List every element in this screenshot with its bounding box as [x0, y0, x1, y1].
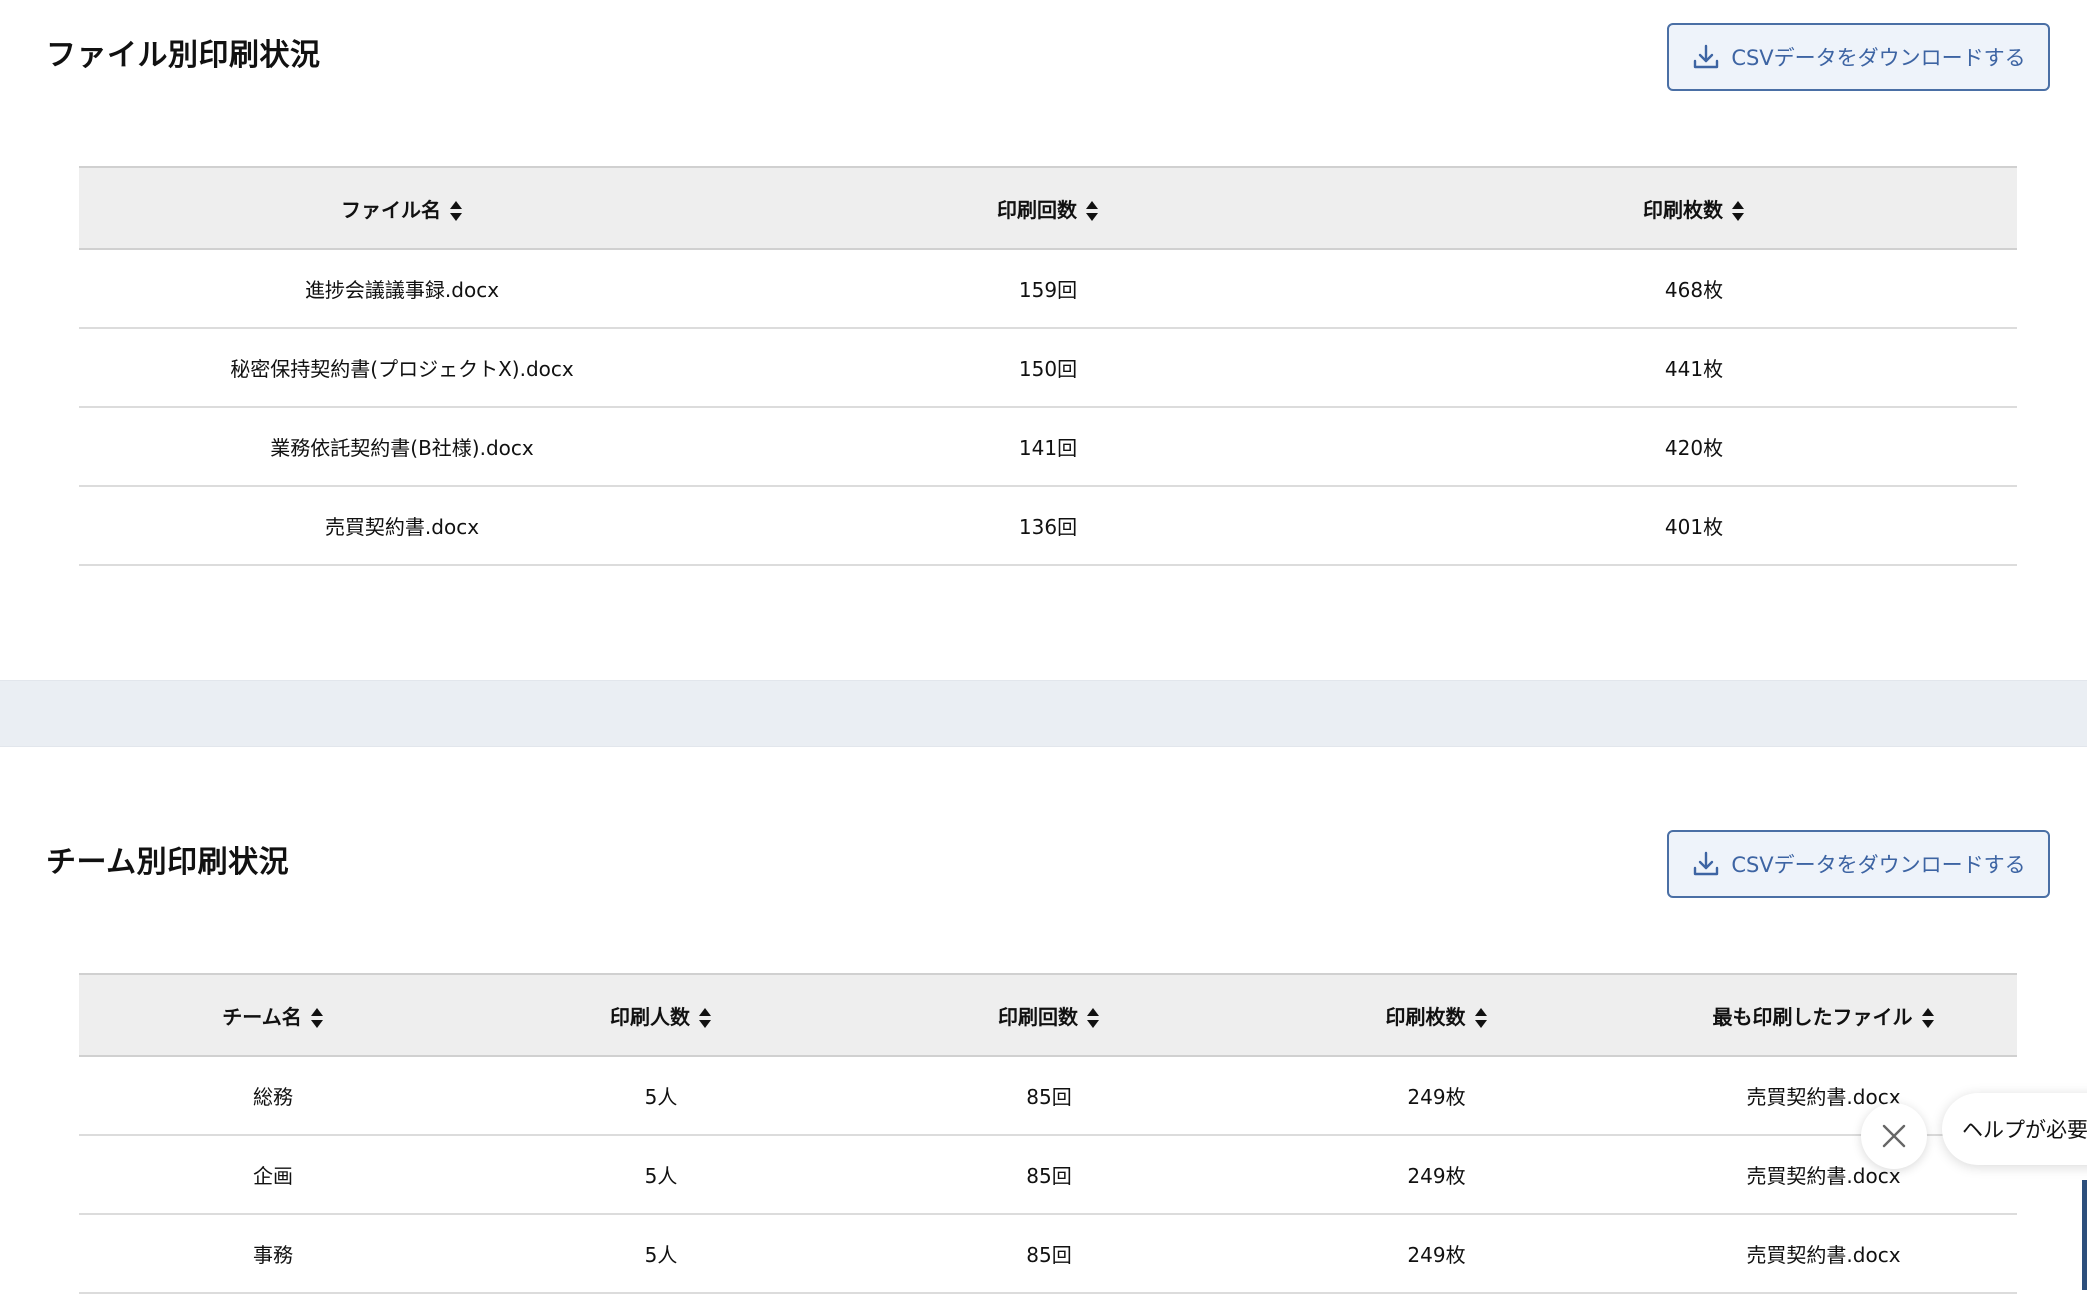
team-csv-download-label: CSVデータをダウンロードする: [1731, 853, 2026, 877]
column-header-team-name[interactable]: チーム名: [79, 973, 467, 1057]
team-print-status-section: チーム別印刷状況 CSVデータをダウンロードする チーム名 印刷人数 印刷回数 …: [0, 747, 2087, 1316]
table-header-row: ファイル名 印刷回数 印刷枚数: [79, 166, 2017, 250]
help-bubble-text: ヘルプが必要: [1962, 1118, 2087, 1142]
sort-icon[interactable]: [1731, 200, 1745, 222]
table-row: 総務 5人 85回 249枚 売買契約書.docx: [79, 1056, 2017, 1136]
cell-print-people: 5人: [467, 1214, 855, 1294]
cell-most-printed-file: 売買契約書.docx: [1630, 1214, 2017, 1294]
close-icon: [1882, 1124, 1906, 1148]
team-section-title: チーム別印刷状況: [46, 845, 290, 880]
sort-icon[interactable]: [449, 200, 463, 222]
sort-icon[interactable]: [1085, 200, 1099, 222]
cell-print-sheets: 401枚: [1371, 486, 2017, 566]
cell-print-count: 141回: [725, 407, 1371, 487]
cell-print-people: 5人: [467, 1135, 855, 1215]
table-row: 売買契約書.docx 136回 401枚: [79, 486, 2017, 566]
column-header-print-people[interactable]: 印刷人数: [467, 973, 855, 1057]
column-header-print-sheets[interactable]: 印刷枚数: [1243, 973, 1630, 1057]
download-icon: [1691, 42, 1721, 72]
sort-icon[interactable]: [310, 1007, 324, 1029]
cell-team-name: 企画: [79, 1135, 467, 1215]
file-csv-download-label: CSVデータをダウンロードする: [1731, 46, 2026, 70]
cell-print-sheets: 468枚: [1371, 249, 2017, 329]
cell-file-name: 秘密保持契約書(プロジェクトX).docx: [79, 328, 725, 408]
cell-team-name: 事務: [79, 1214, 467, 1294]
cell-print-sheets: 420枚: [1371, 407, 2017, 487]
table-row: 進捗会議議事録.docx 159回 468枚: [79, 249, 2017, 329]
cell-print-count: 159回: [725, 249, 1371, 329]
column-header-print-sheets[interactable]: 印刷枚数: [1371, 166, 2017, 250]
sort-icon[interactable]: [1086, 1007, 1100, 1029]
sort-icon[interactable]: [1921, 1007, 1935, 1029]
file-print-status-section: ファイル別印刷状況 CSVデータをダウンロードする ファイル名 印刷回数 印刷枚…: [0, 0, 2087, 680]
download-icon: [1691, 849, 1721, 879]
cell-file-name: 業務依託契約書(B社様).docx: [79, 407, 725, 487]
table-row: 事務 5人 85回 249枚 売買契約書.docx: [79, 1214, 2017, 1294]
team-csv-download-button[interactable]: CSVデータをダウンロードする: [1667, 830, 2050, 898]
cell-print-sheets: 441枚: [1371, 328, 2017, 408]
cell-print-count: 85回: [855, 1135, 1243, 1215]
column-header-print-count[interactable]: 印刷回数: [855, 973, 1243, 1057]
table-row: 秘密保持契約書(プロジェクトX).docx 150回 441枚: [79, 328, 2017, 408]
file-section-title: ファイル別印刷状況: [46, 38, 321, 73]
cell-team-name: 総務: [79, 1056, 467, 1136]
cell-print-sheets: 249枚: [1243, 1214, 1630, 1294]
cell-print-count: 150回: [725, 328, 1371, 408]
table-row: 業務依託契約書(B社様).docx 141回 420枚: [79, 407, 2017, 487]
cell-file-name: 売買契約書.docx: [79, 486, 725, 566]
cell-print-people: 5人: [467, 1056, 855, 1136]
cell-print-sheets: 249枚: [1243, 1056, 1630, 1136]
cell-print-sheets: 249枚: [1243, 1135, 1630, 1215]
column-header-most-printed-file[interactable]: 最も印刷したファイル: [1630, 973, 2017, 1057]
table-header-row: チーム名 印刷人数 印刷回数 印刷枚数 最も印刷したファイル: [79, 973, 2017, 1057]
help-close-button[interactable]: [1861, 1103, 1927, 1169]
sort-icon[interactable]: [1474, 1007, 1488, 1029]
table-row: 企画 5人 85回 249枚 売買契約書.docx: [79, 1135, 2017, 1215]
column-header-file-name[interactable]: ファイル名: [79, 166, 725, 250]
column-header-print-count[interactable]: 印刷回数: [725, 166, 1371, 250]
file-print-table: ファイル名 印刷回数 印刷枚数 進捗会議議事録.docx 159回 468枚 秘…: [79, 166, 2017, 566]
help-bubble[interactable]: ヘルプが必要: [1942, 1093, 2087, 1165]
cell-file-name: 進捗会議議事録.docx: [79, 249, 725, 329]
sort-icon[interactable]: [698, 1007, 712, 1029]
cell-print-count: 85回: [855, 1214, 1243, 1294]
cell-print-count: 136回: [725, 486, 1371, 566]
team-print-table: チーム名 印刷人数 印刷回数 印刷枚数 最も印刷したファイル 総務 5人 85回…: [79, 973, 2017, 1294]
file-csv-download-button[interactable]: CSVデータをダウンロードする: [1667, 23, 2050, 91]
cell-print-count: 85回: [855, 1056, 1243, 1136]
help-launcher-edge[interactable]: [2082, 1180, 2087, 1290]
section-divider: [0, 680, 2087, 747]
